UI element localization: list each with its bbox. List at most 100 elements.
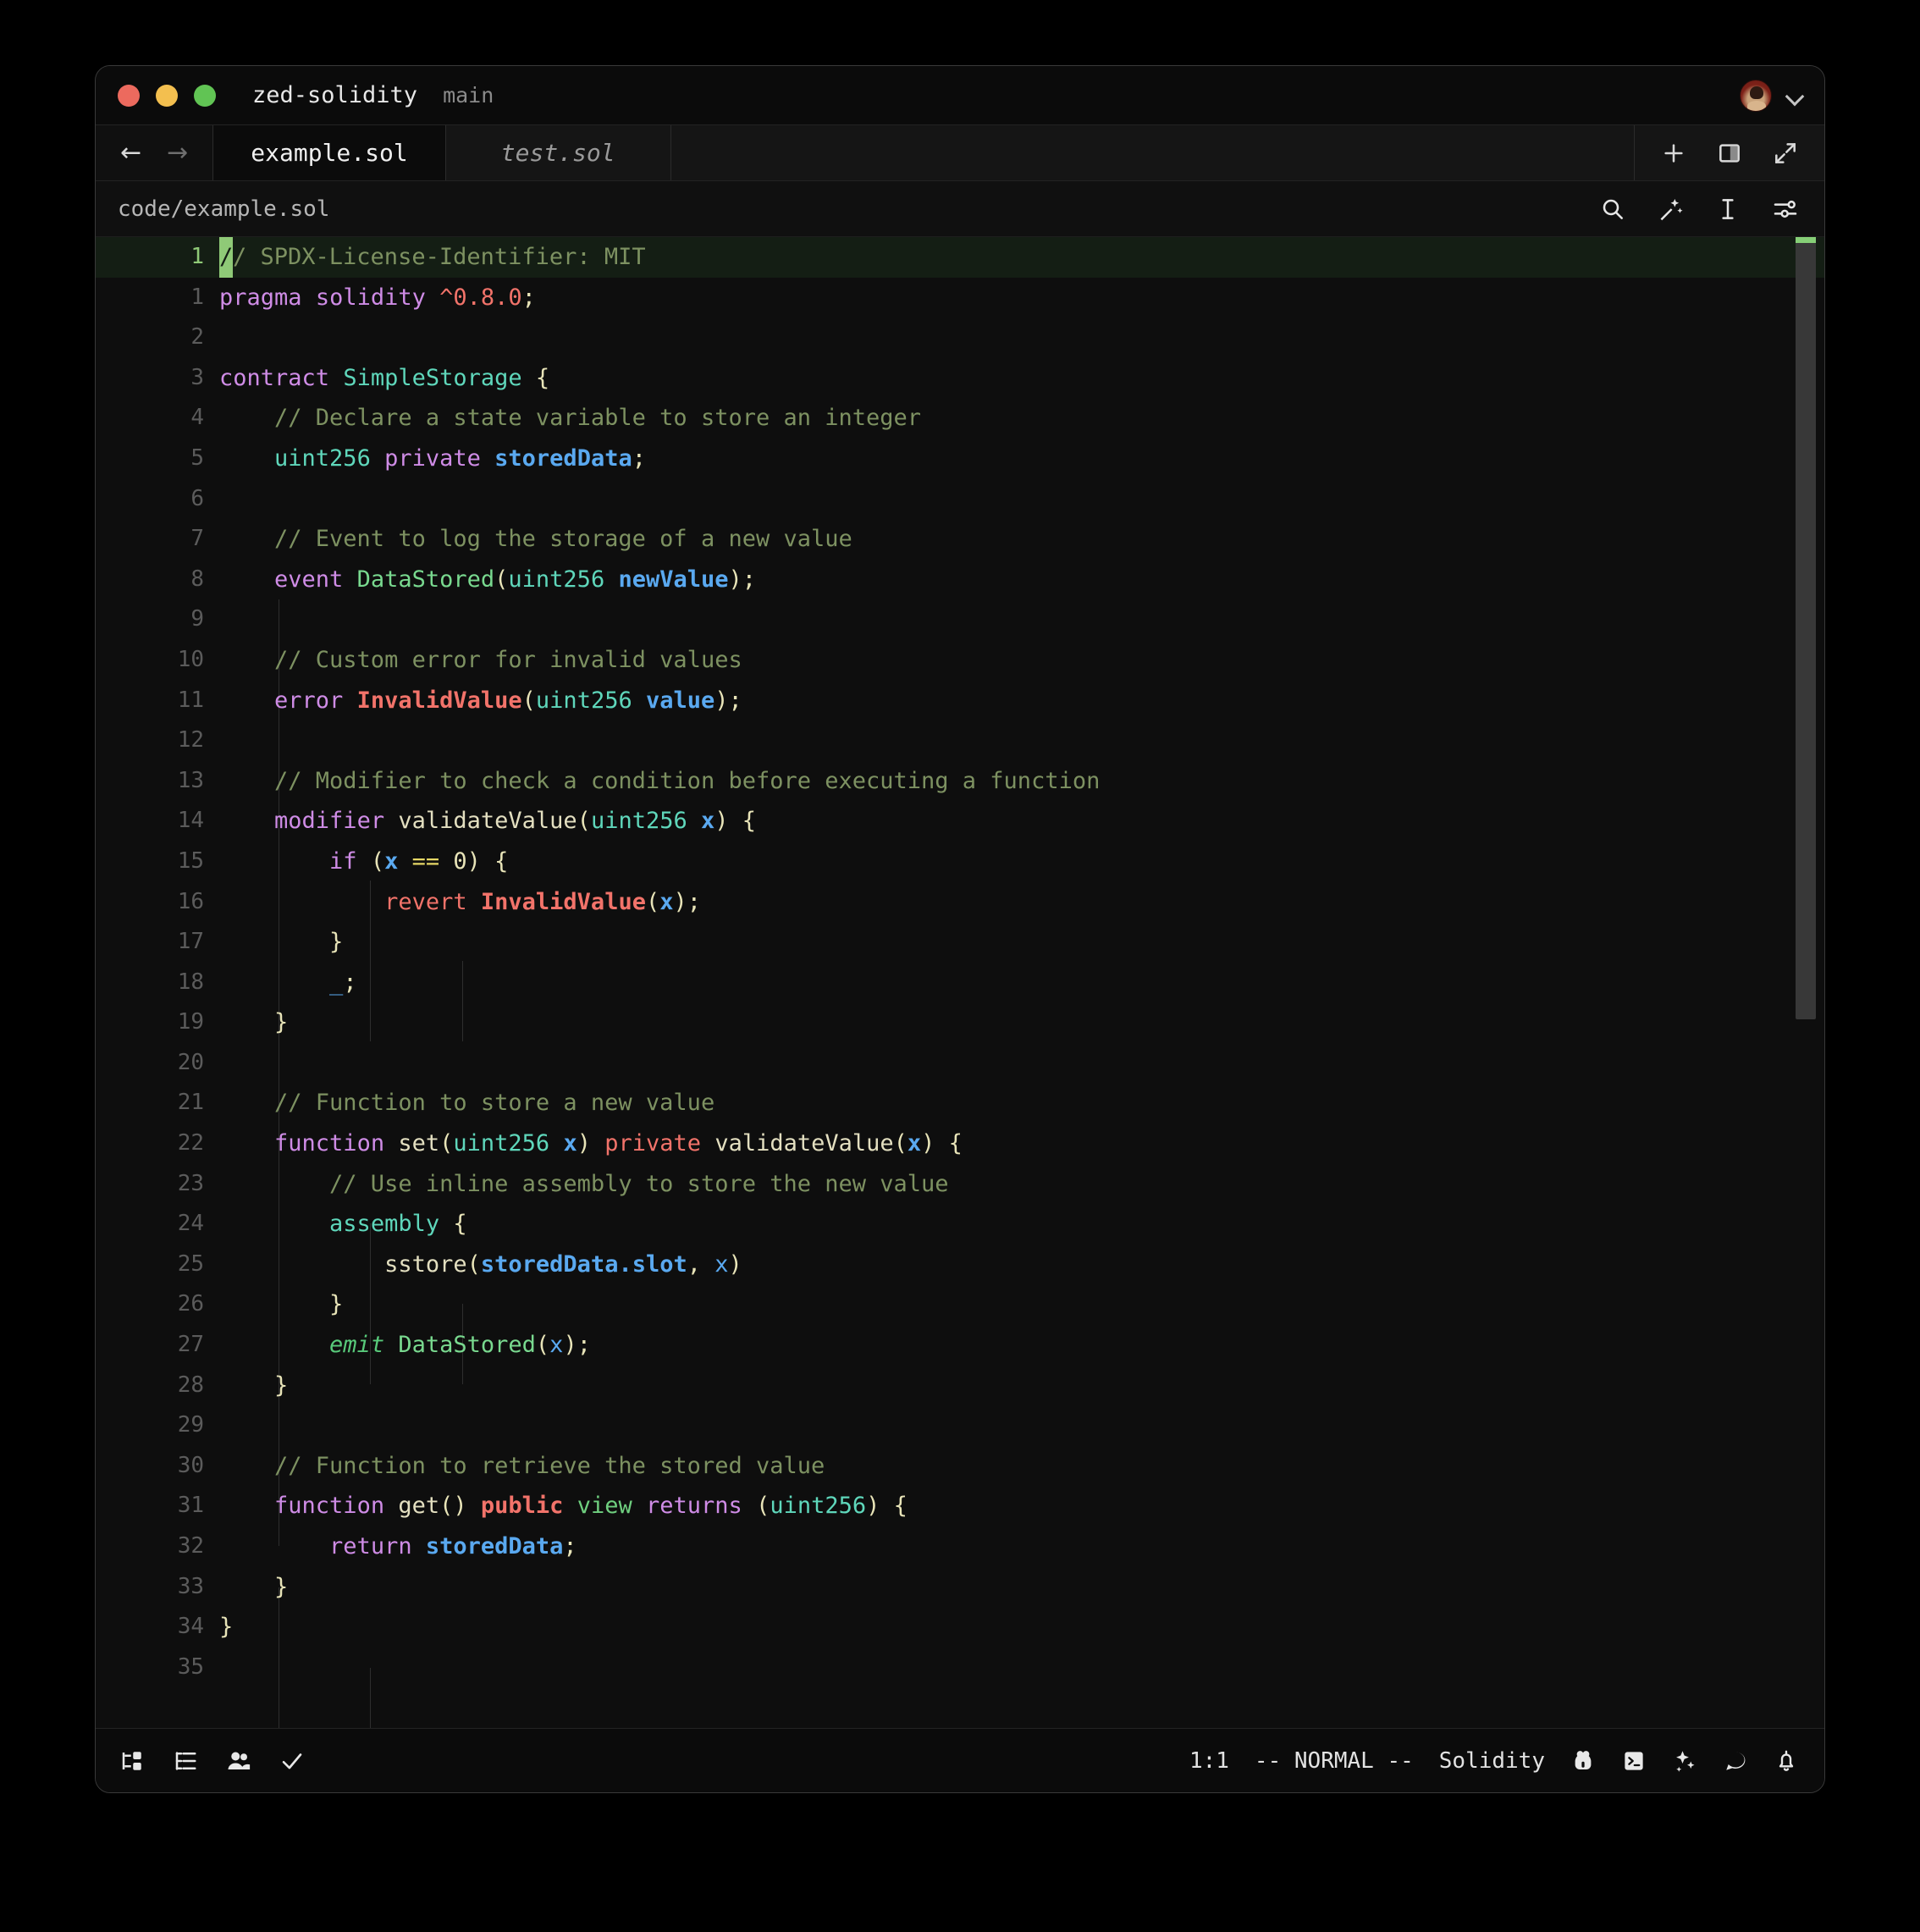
code-row[interactable]: 1 pragma solidity ^0.8.0; bbox=[96, 278, 1824, 318]
line-content[interactable]: // Custom error for invalid values bbox=[219, 640, 742, 681]
code-row[interactable]: 31 function get() public view returns (u… bbox=[96, 1486, 1824, 1526]
line-content[interactable]: function set(uint256 x) private validate… bbox=[219, 1123, 963, 1164]
search-icon[interactable] bbox=[1599, 196, 1626, 223]
code-row[interactable]: 5 uint256 private storedData; bbox=[96, 439, 1824, 479]
editor-area[interactable]: 1 // SPDX-License-Identifier: MIT 1 prag… bbox=[96, 237, 1824, 1728]
code-row[interactable]: 6 bbox=[96, 479, 1824, 520]
code-row[interactable]: 14 modifier validateValue(uint256 x) { bbox=[96, 801, 1824, 842]
line-content[interactable]: } bbox=[219, 1284, 343, 1325]
chat-icon[interactable] bbox=[1723, 1748, 1748, 1774]
code-row[interactable]: 2 bbox=[96, 317, 1824, 358]
project-panel-icon[interactable] bbox=[119, 1748, 145, 1774]
line-content[interactable]: // Declare a state variable to store an … bbox=[219, 398, 921, 439]
code-row[interactable]: 20 bbox=[96, 1043, 1824, 1084]
expand-icon[interactable] bbox=[1772, 140, 1799, 167]
minimize-window-button[interactable] bbox=[156, 84, 178, 107]
code-row[interactable]: 1 // SPDX-License-Identifier: MIT bbox=[96, 237, 1824, 278]
line-content[interactable]: pragma solidity ^0.8.0; bbox=[219, 278, 536, 318]
code-row[interactable]: 7 // Event to log the storage of a new v… bbox=[96, 519, 1824, 560]
code-row[interactable]: 8 event DataStored(uint256 newValue); bbox=[96, 560, 1824, 600]
code-row[interactable]: 11 error InvalidValue(uint256 value); bbox=[96, 681, 1824, 721]
line-number: 19 bbox=[177, 1009, 204, 1035]
code-row[interactable]: 15 if (x == 0) { bbox=[96, 842, 1824, 882]
magic-wand-icon[interactable] bbox=[1657, 196, 1684, 223]
code-row[interactable]: 17 } bbox=[96, 922, 1824, 963]
avatar[interactable] bbox=[1740, 79, 1772, 112]
title-bar: zed-solidity main bbox=[96, 66, 1824, 124]
copilot-icon[interactable] bbox=[1570, 1748, 1596, 1774]
line-content[interactable]: modifier validateValue(uint256 x) { bbox=[219, 801, 756, 842]
code-row[interactable]: 9 bbox=[96, 599, 1824, 640]
line-content[interactable]: } bbox=[219, 1567, 288, 1608]
line-content[interactable]: function get() public view returns (uint… bbox=[219, 1486, 908, 1526]
nav-back-button[interactable]: ← bbox=[120, 140, 141, 166]
code-row[interactable]: 30 // Function to retrieve the stored va… bbox=[96, 1446, 1824, 1487]
line-content[interactable]: // Modifier to check a condition before … bbox=[219, 761, 1100, 802]
line-content[interactable]: revert InvalidValue(x); bbox=[219, 882, 701, 923]
code-row[interactable]: 4 // Declare a state variable to store a… bbox=[96, 398, 1824, 439]
maximize-window-button[interactable] bbox=[194, 84, 216, 107]
line-content[interactable]: // Function to store a new value bbox=[219, 1083, 714, 1123]
terminal-icon[interactable] bbox=[1621, 1748, 1647, 1774]
text-cursor-icon[interactable] bbox=[1714, 196, 1741, 223]
code-row[interactable]: 35 bbox=[96, 1648, 1824, 1688]
code-row[interactable]: 26 } bbox=[96, 1284, 1824, 1325]
line-content[interactable]: } bbox=[219, 1607, 233, 1648]
code-row[interactable]: 25 sstore(storedData.slot, x) bbox=[96, 1245, 1824, 1285]
code-row[interactable]: 16 revert InvalidValue(x); bbox=[96, 882, 1824, 923]
line-content[interactable]: sstore(storedData.slot, x) bbox=[219, 1245, 742, 1285]
outline-panel-icon[interactable] bbox=[173, 1748, 198, 1774]
code-row[interactable]: 32 return storedData; bbox=[96, 1526, 1824, 1567]
notifications-bell-icon[interactable] bbox=[1774, 1748, 1799, 1774]
code-row[interactable]: 23 // Use inline assembly to store the n… bbox=[96, 1164, 1824, 1205]
nav-forward-button[interactable]: → bbox=[167, 140, 188, 166]
line-content[interactable]: } bbox=[219, 1002, 288, 1043]
code-row[interactable]: 10 // Custom error for invalid values bbox=[96, 640, 1824, 681]
tab-example-sol[interactable]: example.sol bbox=[213, 125, 446, 180]
line-content[interactable]: // Function to retrieve the stored value bbox=[219, 1446, 825, 1487]
line-content[interactable]: error InvalidValue(uint256 value); bbox=[219, 681, 742, 721]
line-content[interactable]: contract SimpleStorage { bbox=[219, 358, 549, 399]
code-row[interactable]: 18 _; bbox=[96, 963, 1824, 1003]
code-row[interactable]: 34 } bbox=[96, 1607, 1824, 1648]
code-row[interactable]: 29 bbox=[96, 1405, 1824, 1446]
code-row[interactable]: 27 emit DataStored(x); bbox=[96, 1325, 1824, 1366]
code-row[interactable]: 13 // Modifier to check a condition befo… bbox=[96, 761, 1824, 802]
code-row[interactable]: 33 } bbox=[96, 1567, 1824, 1608]
line-content[interactable]: } bbox=[219, 922, 343, 963]
diagnostics-check-icon[interactable] bbox=[279, 1748, 305, 1774]
language-indicator[interactable]: Solidity bbox=[1439, 1748, 1545, 1774]
git-branch-label[interactable]: main bbox=[443, 83, 494, 108]
code-row[interactable]: 21 // Function to store a new value bbox=[96, 1083, 1824, 1123]
code-row[interactable]: 19 } bbox=[96, 1002, 1824, 1043]
line-content[interactable]: // Event to log the storage of a new val… bbox=[219, 519, 852, 560]
code-row[interactable]: 12 bbox=[96, 720, 1824, 761]
tab-test-sol[interactable]: test.sol bbox=[445, 125, 671, 180]
split-pane-icon[interactable] bbox=[1716, 140, 1743, 167]
line-content[interactable]: // SPDX-License-Identifier: MIT bbox=[219, 237, 646, 278]
code-row[interactable]: 3 contract SimpleStorage { bbox=[96, 358, 1824, 399]
settings-sliders-icon[interactable] bbox=[1772, 196, 1799, 223]
line-content[interactable]: event DataStored(uint256 newValue); bbox=[219, 560, 756, 600]
code-row[interactable]: 24 assembly { bbox=[96, 1204, 1824, 1245]
line-content[interactable]: assembly { bbox=[219, 1204, 467, 1245]
breadcrumb[interactable]: code/example.sol bbox=[118, 196, 329, 222]
chevron-down-icon[interactable] bbox=[1785, 86, 1804, 105]
code-row[interactable]: 22 function set(uint256 x) private valid… bbox=[96, 1123, 1824, 1164]
code-lines[interactable]: 1 // SPDX-License-Identifier: MIT 1 prag… bbox=[96, 237, 1824, 1728]
line-content[interactable]: _; bbox=[219, 963, 357, 1003]
code-row[interactable]: 28 } bbox=[96, 1366, 1824, 1406]
line-content[interactable]: return storedData; bbox=[219, 1526, 577, 1567]
line-content[interactable]: if (x == 0) { bbox=[219, 842, 508, 882]
line-number: 7 bbox=[190, 526, 204, 552]
line-content[interactable]: uint256 private storedData; bbox=[219, 439, 646, 479]
close-window-button[interactable] bbox=[118, 84, 140, 107]
line-content[interactable]: emit DataStored(x); bbox=[219, 1325, 591, 1366]
assistant-sparkle-icon[interactable] bbox=[1672, 1748, 1697, 1774]
scrollbar-thumb[interactable] bbox=[1796, 239, 1816, 1019]
line-content[interactable]: // Use inline assembly to store the new … bbox=[219, 1164, 949, 1205]
new-tab-icon[interactable] bbox=[1660, 140, 1687, 167]
line-content[interactable]: } bbox=[219, 1366, 288, 1406]
collaborators-icon[interactable] bbox=[226, 1748, 251, 1774]
editor-scrollbar[interactable] bbox=[1796, 237, 1819, 1728]
